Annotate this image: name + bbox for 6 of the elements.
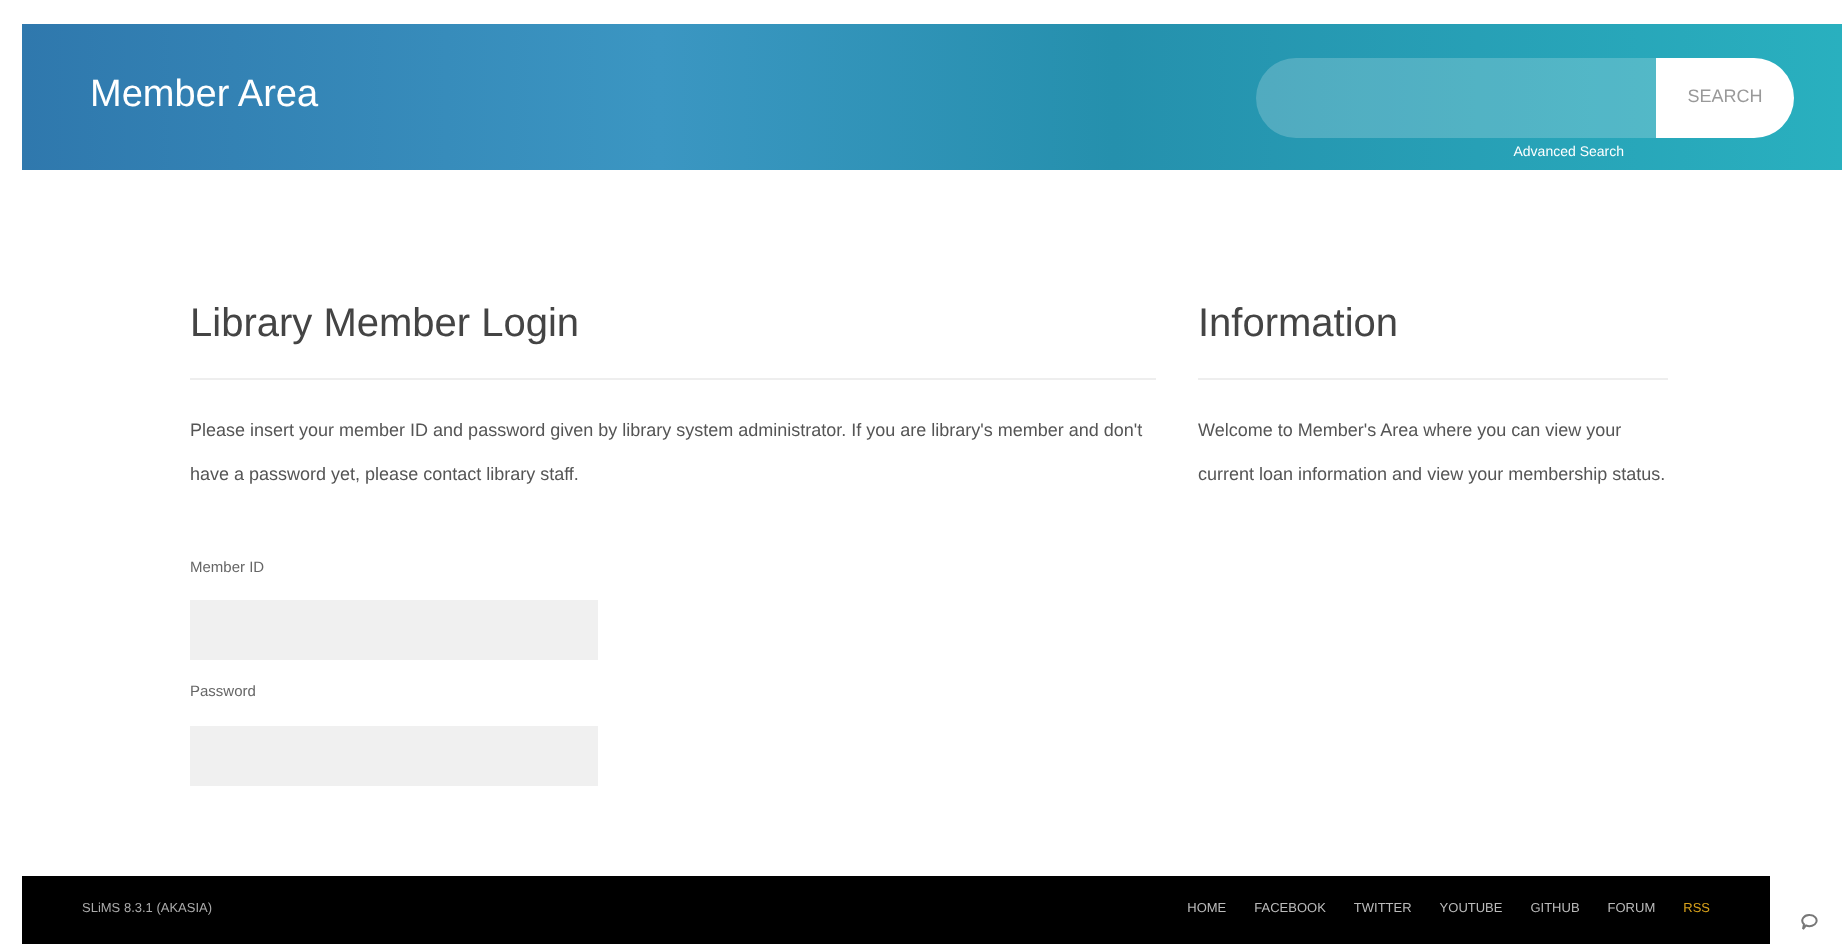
information-text: Welcome to Member's Area where you can view your current loan information and view your membership status. xyxy=(1198,418,1668,488)
chat-icon[interactable] xyxy=(1800,912,1820,932)
information-heading: Information xyxy=(1198,294,1668,380)
login-heading: Library Member Login xyxy=(190,294,1156,380)
login-instructions: Please insert your member ID and password given by library system administrator. If you are library's member and don't have a password yet, please contact library staff. xyxy=(190,418,1145,488)
page-title: Member Area xyxy=(90,72,319,121)
